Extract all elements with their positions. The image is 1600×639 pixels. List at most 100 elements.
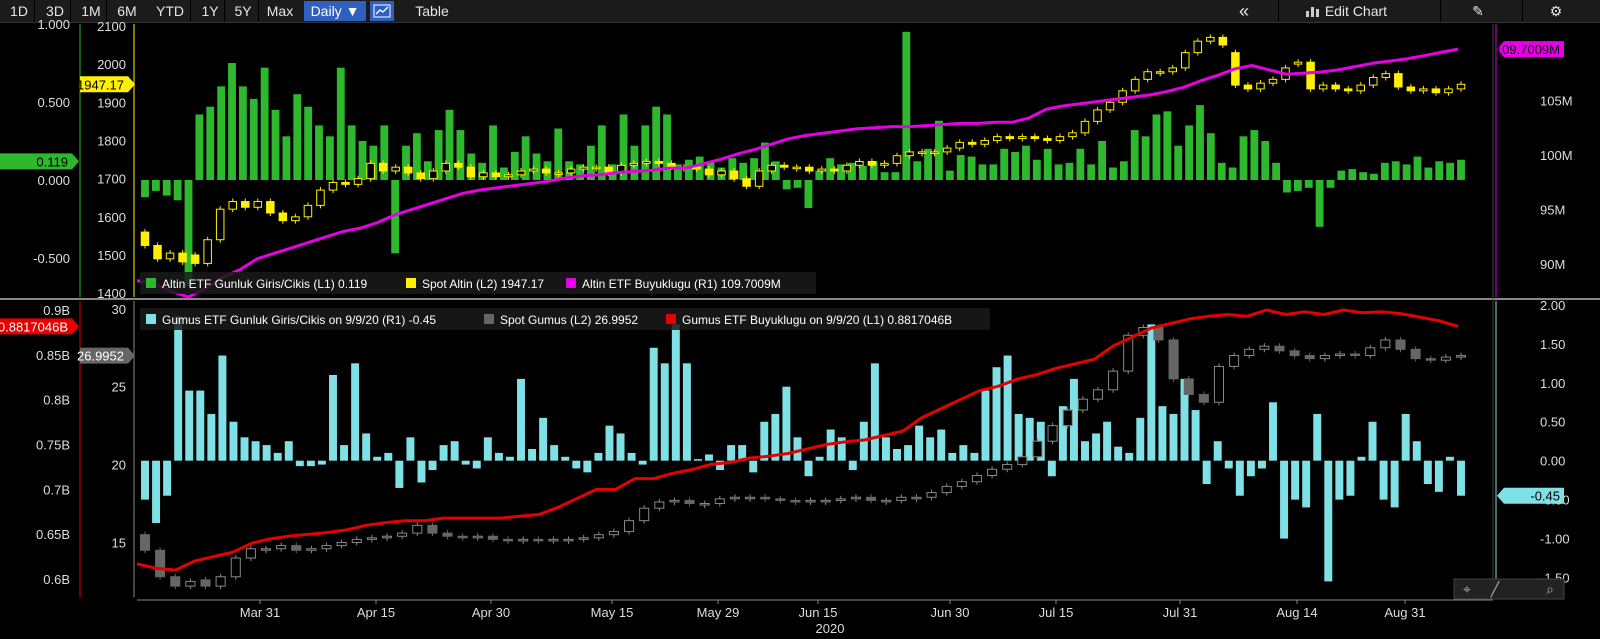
axis-tick-label: 15: [112, 535, 126, 550]
candle-body: [1229, 355, 1240, 367]
chart-bar: [782, 386, 791, 461]
candle-body: [1183, 378, 1194, 395]
chart-bar: [1269, 402, 1277, 461]
chart-bar: [1445, 456, 1454, 461]
candle-body: [139, 534, 151, 551]
chart-bar: [1457, 159, 1465, 180]
axis-value-marker: -0.45: [1497, 487, 1564, 504]
candle-body: [835, 498, 846, 501]
candle-body: [215, 576, 226, 587]
chart-bar: [583, 460, 592, 473]
legend-swatch: [146, 314, 156, 324]
axis-tick-label: 0.65B: [36, 527, 70, 542]
candle-body: [1444, 88, 1453, 94]
candle-body: [742, 178, 751, 187]
chart-bar: [1152, 114, 1161, 180]
chart-bar: [505, 456, 514, 461]
candle-body: [1319, 355, 1330, 360]
candle-body: [729, 170, 739, 180]
axis-tick-label: 1800: [97, 133, 126, 148]
candle-body: [1143, 71, 1152, 80]
chart-bar: [1119, 161, 1128, 180]
candle-body: [276, 545, 287, 550]
candle-body: [155, 549, 166, 578]
axis-tick-label: 0.000: [37, 173, 70, 188]
candle-body: [1395, 339, 1406, 350]
candle-body: [830, 168, 839, 172]
candle-body: [1068, 132, 1077, 138]
chart-bar: [1054, 164, 1063, 180]
chart-bar: [1081, 441, 1089, 461]
chart-bar: [858, 165, 867, 180]
chart-bar: [141, 180, 149, 198]
chart-bar: [1047, 460, 1056, 477]
candle-body: [593, 534, 604, 539]
axis-tick-label: 0.500: [37, 95, 70, 110]
chart-bar: [1213, 441, 1222, 461]
chart-bar: [185, 390, 194, 461]
candle-body: [1456, 83, 1466, 90]
candle-body: [1108, 370, 1119, 391]
chart-bar: [1228, 167, 1237, 180]
candle-body: [1331, 84, 1340, 90]
chart-bar: [1380, 162, 1389, 180]
chart-bar: [1412, 441, 1421, 461]
candle-body: [955, 141, 964, 149]
axis-tick-label: 1500: [97, 248, 126, 263]
legend-entry: Spot Altin (L2) 1947.17: [422, 277, 544, 291]
chart-bar: [848, 460, 857, 471]
candle-body: [1213, 365, 1225, 403]
chart-bar: [306, 460, 315, 467]
chart-bar: [638, 460, 647, 465]
axis-value-marker: 109.7009M: [1495, 41, 1564, 58]
candle-body: [291, 545, 302, 551]
candle-body: [1155, 71, 1165, 74]
candle-body: [533, 538, 544, 542]
candle-body: [729, 496, 740, 500]
axis-tick-label: 100M: [1540, 148, 1573, 163]
candle-body: [930, 151, 939, 154]
chart-bar: [1293, 180, 1302, 191]
candle-body: [140, 231, 150, 246]
legend-entry: Altin ETF Gunluk Giris/Cikis (L1) 0.119: [162, 277, 367, 291]
candle-body: [403, 166, 413, 174]
chart-bar: [870, 363, 879, 461]
candle-body: [321, 545, 332, 550]
candle-body: [917, 151, 927, 154]
candle-body: [850, 496, 861, 500]
chart-bar: [1032, 159, 1041, 180]
chart-bar: [240, 437, 249, 461]
candle-body: [956, 481, 967, 487]
marker-label: 1947.17: [77, 77, 124, 92]
candle-body: [942, 147, 952, 153]
chart-bar: [229, 421, 238, 461]
candle-body: [1055, 136, 1065, 141]
candle-body: [541, 168, 551, 174]
axis-tick-label: 0.00: [1540, 454, 1565, 469]
candle-body: [153, 244, 162, 260]
candle-body: [1293, 61, 1303, 65]
chart-bar: [262, 445, 271, 461]
chart-bar: [439, 445, 448, 461]
candle-body: [1198, 393, 1209, 403]
chart-bar: [483, 437, 492, 461]
candle-body: [867, 160, 877, 166]
candle-body: [980, 139, 989, 145]
chart-bar: [1390, 460, 1399, 508]
chart-bar: [815, 456, 824, 461]
candle-body: [639, 507, 650, 522]
chart-bar: [293, 94, 302, 180]
candle-body: [479, 172, 488, 178]
x-tick-label: May 15: [591, 605, 634, 620]
chart-bar: [217, 86, 226, 180]
candle-body: [1002, 464, 1013, 470]
chart-bar: [937, 429, 946, 461]
chart-bar: [1235, 460, 1244, 496]
x-tick-label: Jul 15: [1039, 605, 1074, 620]
candle-body: [1105, 101, 1115, 111]
candle-body: [1256, 82, 1265, 90]
chart-bar: [1280, 460, 1289, 539]
candle-body: [820, 499, 831, 503]
chart-bar: [1000, 148, 1009, 180]
chart-canvas[interactable]: 1.000 0.500 0.000 -0.500 2100 2000 1900 1800 170…: [0, 0, 1600, 639]
